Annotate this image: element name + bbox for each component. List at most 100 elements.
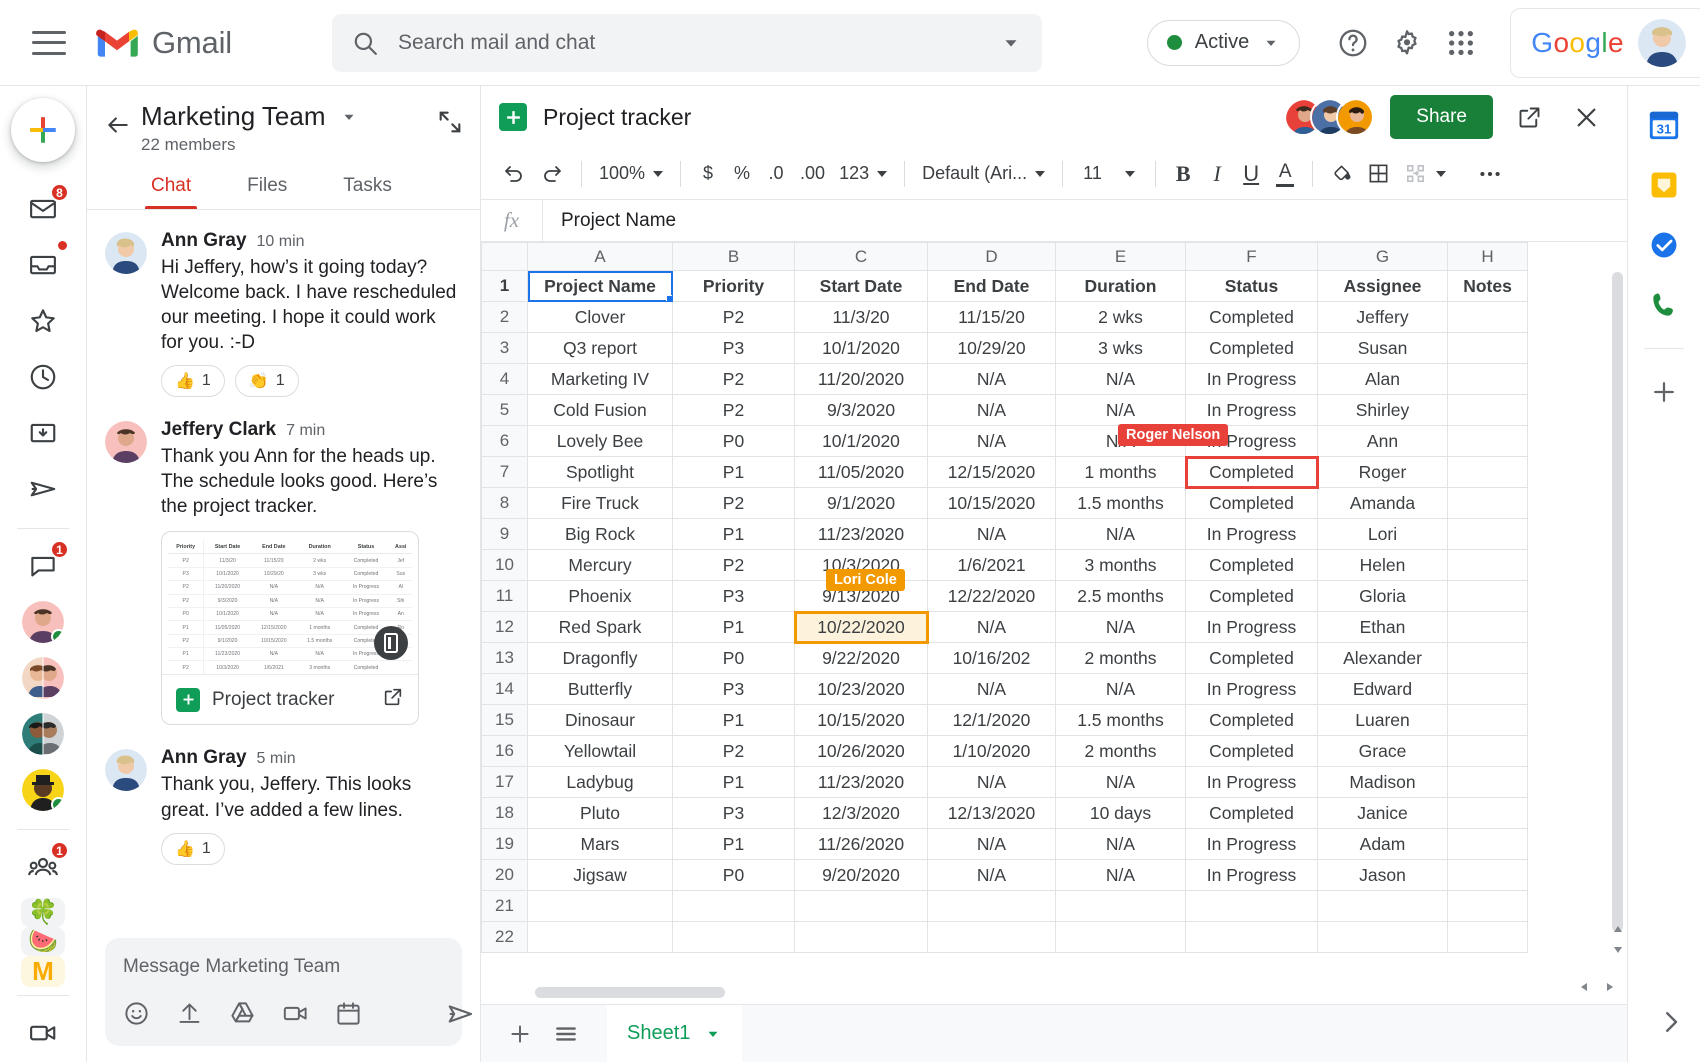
cell-g12[interactable]: Ethan [1318,612,1448,643]
rail-item-mail[interactable]: 8 [15,184,71,234]
scroll-up-button[interactable] [1610,922,1626,941]
redo-button[interactable] [533,156,571,192]
cell-c19[interactable]: 11/26/2020 [795,829,928,860]
cell-a21[interactable] [528,891,673,922]
cell-a14[interactable]: Butterfly [528,674,673,705]
cell-f5[interactable]: In Progress [1186,395,1318,426]
cell-f18[interactable]: Completed [1186,798,1318,829]
cell-f12[interactable]: In Progress [1186,612,1318,643]
side-panel-keep[interactable] [1641,162,1687,208]
scroll-down-button[interactable] [1610,943,1626,962]
bold-button[interactable]: B [1166,156,1200,192]
cell-d19[interactable]: N/A [928,829,1056,860]
cell-d21[interactable] [928,891,1056,922]
cell-b17[interactable]: P1 [673,767,795,798]
cell-b20[interactable]: P0 [673,860,795,891]
avatar[interactable] [1638,19,1686,67]
open-in-new-button[interactable] [382,686,404,713]
cell-d12[interactable]: N/A [928,612,1056,643]
cell-d17[interactable]: N/A [928,767,1056,798]
cell-a13[interactable]: Dragonfly [528,643,673,674]
cell-g11[interactable]: Gloria [1318,581,1448,612]
cell-g9[interactable]: Lori [1318,519,1448,550]
cell-c7[interactable]: 11/05/2020 [795,457,928,488]
cell-a5[interactable]: Cold Fusion [528,395,673,426]
cell-c22[interactable] [795,922,928,953]
cell-b12[interactable]: P1 [673,612,795,643]
cell-g8[interactable]: Amanda [1318,488,1448,519]
cell-e2[interactable]: 2 wks [1056,302,1186,333]
chevron-down-icon[interactable] [340,108,358,126]
cell-e4[interactable]: N/A [1056,364,1186,395]
cell-e13[interactable]: 2 months [1056,643,1186,674]
cell-a7[interactable]: Spotlight [528,457,673,488]
cell-h12[interactable] [1448,612,1528,643]
cell-h22[interactable] [1448,922,1528,953]
column-header-h[interactable]: H [1448,243,1528,271]
emoji-button[interactable] [123,1000,150,1032]
attachment-card[interactable]: PriorityStart DateEnd DateDurationStatus… [161,531,419,725]
cell-h2[interactable] [1448,302,1528,333]
rail-item-snoozed[interactable] [15,352,71,402]
cell-e21[interactable] [1056,891,1186,922]
spreadsheet-grid[interactable]: A B C D E F G H 1 Project [481,242,1627,1004]
cell-c14[interactable]: 10/23/2020 [795,674,928,705]
cell-f14[interactable]: In Progress [1186,674,1318,705]
undo-button[interactable] [495,156,533,192]
tab-files[interactable]: Files [245,171,289,209]
cell-e15[interactable]: 1.5 months [1056,705,1186,736]
cell-d18[interactable]: 12/13/2020 [928,798,1056,829]
rail-item-meet[interactable] [15,1008,71,1058]
row-header[interactable]: 12 [482,612,528,643]
cell-h7[interactable] [1448,457,1528,488]
text-color-button[interactable]: A [1268,156,1302,192]
row-header[interactable]: 14 [482,674,528,705]
cell-d4[interactable]: N/A [928,364,1056,395]
cell-d5[interactable]: N/A [928,395,1056,426]
row-header[interactable]: 19 [482,829,528,860]
cell-a12[interactable]: Red Spark [528,612,673,643]
sheet-tab-sheet1[interactable]: Sheet1 [607,1005,742,1062]
cell-d13[interactable]: 10/16/202 [928,643,1056,674]
cell-h17[interactable] [1448,767,1528,798]
row-header[interactable]: 3 [482,333,528,364]
scroll-left-button[interactable] [1577,979,1591,1000]
reaction-chip[interactable]: 👏 1 [235,365,299,397]
drive-button[interactable] [229,1000,256,1032]
cell-g1[interactable]: Assignee [1318,271,1448,302]
cell-f7[interactable]: Completed [1186,457,1318,488]
zoom-selector[interactable]: 100% [592,156,670,192]
row-header[interactable]: 10 [482,550,528,581]
cell-b18[interactable]: P3 [673,798,795,829]
upload-button[interactable] [176,1000,203,1032]
cell-g7[interactable]: Roger [1318,457,1448,488]
expand-side-panel-button[interactable] [1656,1007,1686,1042]
cell-b15[interactable]: P1 [673,705,795,736]
cell-h11[interactable] [1448,581,1528,612]
row-header[interactable]: 2 [482,302,528,333]
increase-decimal-button[interactable]: .00 [793,156,832,192]
cell-g13[interactable]: Alexander [1318,643,1448,674]
font-size-selector[interactable]: 11 [1073,156,1145,192]
side-panel-calendar[interactable]: 31 [1641,102,1687,148]
cell-g21[interactable] [1318,891,1448,922]
column-header-g[interactable]: G [1318,243,1448,271]
avatar[interactable] [105,232,147,274]
cell-e19[interactable]: N/A [1056,829,1186,860]
cell-f1[interactable]: Status [1186,271,1318,302]
apps-button[interactable] [1434,16,1488,70]
message-input[interactable]: Message Marketing Team [123,956,444,978]
cell-f16[interactable]: Completed [1186,736,1318,767]
cell-d9[interactable]: N/A [928,519,1056,550]
cell-f17[interactable]: In Progress [1186,767,1318,798]
cell-f4[interactable]: In Progress [1186,364,1318,395]
cell-e12[interactable]: N/A [1056,612,1186,643]
font-selector[interactable]: Default (Ari... [915,156,1052,192]
cell-c6[interactable]: 10/1/2020 [795,426,928,457]
merge-cells-button[interactable] [1397,156,1434,192]
cell-b22[interactable] [673,922,795,953]
currency-format-button[interactable]: $ [691,156,725,192]
cell-g15[interactable]: Luaren [1318,705,1448,736]
avatar[interactable] [105,421,147,463]
cell-b3[interactable]: P3 [673,333,795,364]
